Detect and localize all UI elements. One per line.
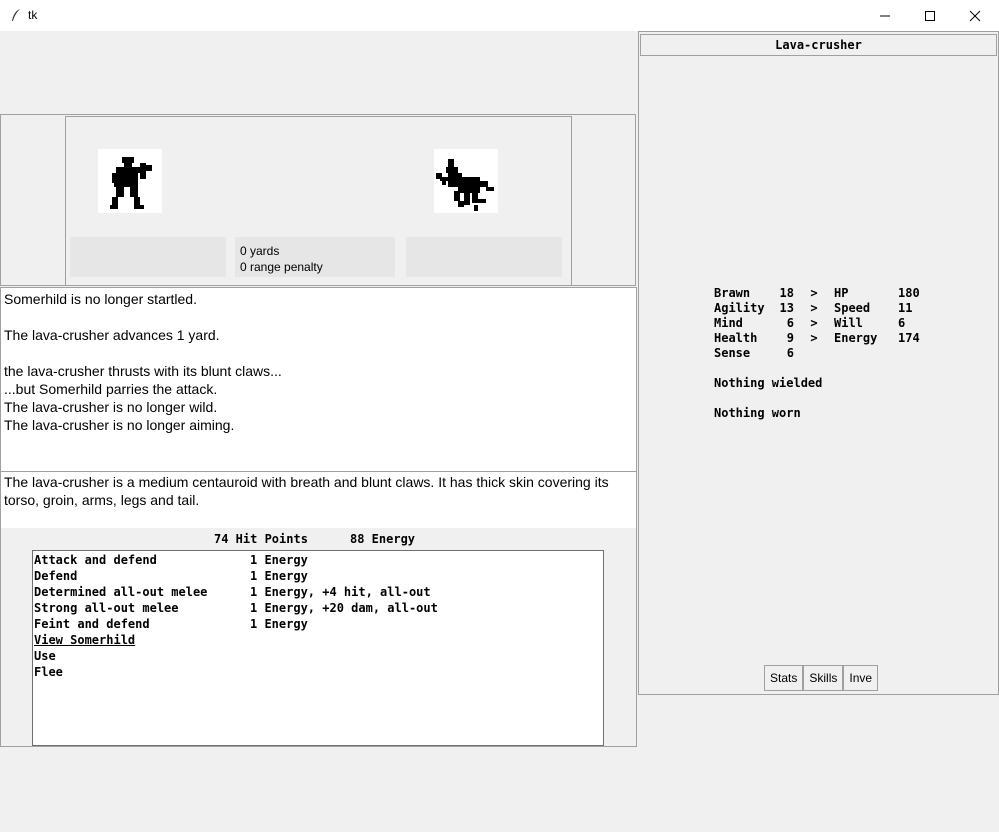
hit-points-readout: 74 Hit Points bbox=[214, 532, 308, 546]
stat-name: Agility bbox=[714, 301, 765, 315]
derived-name: Speed bbox=[834, 301, 871, 315]
action-name: Feint and defend bbox=[34, 617, 150, 631]
maximize-button[interactable] bbox=[907, 0, 953, 31]
action-name: Flee bbox=[34, 665, 63, 679]
action-cost: 1 Energy bbox=[250, 553, 308, 567]
action-cost: 1 Energy bbox=[250, 569, 308, 583]
feather-icon bbox=[12, 9, 20, 21]
action-use[interactable]: Use bbox=[34, 648, 603, 664]
log-line: Somerhild is no longer startled. bbox=[4, 291, 197, 307]
log-line: The lava-crusher is no longer wild. bbox=[4, 399, 218, 415]
action-defend[interactable]: Defend 1 Energy bbox=[34, 568, 603, 584]
log-line: the lava-crusher thrusts with its blunt … bbox=[4, 363, 282, 379]
action-cost: 1 Energy bbox=[250, 617, 308, 631]
stat-row: Brawn 18 > HP 180 bbox=[714, 286, 928, 301]
tab-stats[interactable]: Stats bbox=[764, 665, 804, 691]
creature-name: Lava-crusher bbox=[640, 34, 997, 56]
derived-name: Energy bbox=[834, 331, 878, 345]
stat-row: Mind 6 > Will 6 bbox=[714, 316, 928, 331]
derived-name: HP bbox=[834, 286, 849, 300]
player-status-box bbox=[70, 237, 226, 277]
maximize-icon bbox=[925, 10, 935, 21]
action-name: Determined all-out melee bbox=[34, 585, 208, 599]
enemy-status-box bbox=[406, 237, 562, 277]
window-title: tk bbox=[28, 8, 38, 22]
action-name: Attack and defend bbox=[34, 553, 157, 567]
panel-tabs: Stats Skills Inve bbox=[764, 665, 879, 691]
derived-name bbox=[834, 346, 898, 361]
derived-value bbox=[898, 346, 928, 361]
worn-items: Nothing worn bbox=[714, 406, 801, 420]
tab-skills[interactable]: Skills bbox=[803, 665, 844, 691]
log-line: The lava-crusher is no longer aiming. bbox=[4, 417, 235, 433]
log-line: The lava-crusher advances 1 yard. bbox=[4, 327, 220, 343]
stat-value: 13 bbox=[779, 301, 794, 315]
tab-inventory[interactable]: Inve bbox=[843, 665, 879, 691]
stat-arrow: > bbox=[810, 331, 818, 345]
stat-value: 6 bbox=[786, 346, 794, 360]
minimize-button[interactable] bbox=[862, 0, 908, 31]
derived-value: 11 bbox=[898, 301, 913, 315]
action-list[interactable]: Attack and defend 1 Energy Defend 1 Ener… bbox=[32, 550, 604, 746]
action-flee[interactable]: Flee bbox=[34, 664, 603, 680]
title-bar bbox=[0, 0, 999, 31]
action-attack-and-defend[interactable]: Attack and defend 1 Energy bbox=[34, 552, 603, 568]
derived-name: Will bbox=[834, 316, 863, 330]
action-feint-and-defend[interactable]: Feint and defend 1 Energy bbox=[34, 616, 603, 632]
energy-readout: 88 Energy bbox=[350, 532, 416, 546]
range-penalty: 0 range penalty bbox=[240, 260, 323, 274]
stat-arrow bbox=[794, 346, 834, 361]
stat-row: Sense 6 bbox=[714, 346, 928, 361]
action-name: Strong all-out melee bbox=[34, 601, 179, 615]
creature-stats: Brawn 18 > HP 180 Agility 13 > Speed 11 … bbox=[714, 286, 928, 361]
combat-log[interactable]: Somerhild is no longer startled. The lav… bbox=[1, 287, 636, 471]
action-view-somerhild[interactable]: View Somerhild bbox=[34, 632, 603, 648]
action-cost: 1 Energy, +4 hit, all-out bbox=[250, 585, 431, 599]
stat-arrow: > bbox=[810, 301, 818, 315]
stat-value: 9 bbox=[786, 331, 794, 345]
close-icon bbox=[969, 10, 981, 21]
action-determined-all-out-melee[interactable]: Determined all-out melee 1 Energy, +4 hi… bbox=[34, 584, 603, 600]
action-cost: 1 Energy, +20 dam, all-out bbox=[250, 601, 438, 615]
derived-value: 180 bbox=[898, 286, 920, 300]
wielded-items: Nothing wielded bbox=[714, 376, 823, 390]
stat-arrow: > bbox=[810, 286, 818, 300]
derived-value: 174 bbox=[898, 331, 920, 345]
action-strong-all-out-melee[interactable]: Strong all-out melee 1 Energy, +20 dam, … bbox=[34, 600, 603, 616]
stat-row: Agility 13 > Speed 11 bbox=[714, 301, 928, 316]
stat-row: Health 9 > Energy 174 bbox=[714, 331, 928, 346]
minimize-icon bbox=[880, 15, 890, 16]
action-name: Use bbox=[34, 649, 56, 663]
lava-crusher-sprite-icon bbox=[434, 149, 498, 213]
action-name: View Somerhild bbox=[34, 633, 136, 647]
stat-value: 18 bbox=[779, 286, 794, 300]
stat-name: Health bbox=[714, 331, 758, 345]
creature-panel bbox=[638, 31, 999, 695]
stat-value: 6 bbox=[786, 316, 794, 330]
stat-name: Brawn bbox=[714, 286, 751, 300]
log-line: ...but Somerhild parries the attack. bbox=[4, 381, 218, 397]
action-name: Defend bbox=[34, 569, 78, 583]
stat-arrow: > bbox=[810, 316, 818, 330]
derived-value: 6 bbox=[898, 316, 906, 330]
stat-name: Mind bbox=[714, 316, 743, 330]
player-sprite-icon bbox=[98, 149, 162, 213]
stat-name: Sense bbox=[714, 346, 751, 360]
close-button[interactable] bbox=[952, 0, 998, 31]
range-distance: 0 yards bbox=[240, 244, 280, 258]
creature-description: The lava-crusher is a medium centauroid … bbox=[1, 471, 636, 528]
